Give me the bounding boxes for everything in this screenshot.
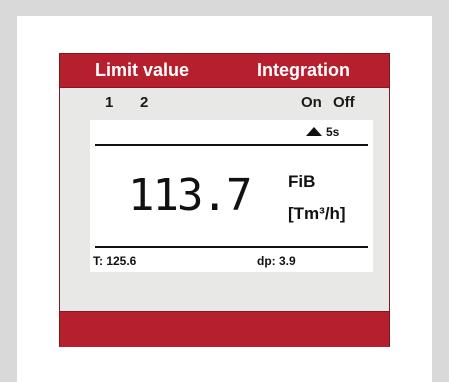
limit-1-indicator: 1 — [105, 94, 114, 111]
triangle-up-icon — [306, 127, 322, 136]
quantity-label: FiB — [288, 172, 316, 191]
lcd-screen: 5s 113.7 FiB [Tm³/h] T: 125.6 dp: 3.9 — [90, 120, 373, 272]
limit-value-label: Limit value — [95, 60, 190, 80]
bottom-bar — [60, 311, 389, 347]
device-panel: Limit value Integration 1 2 On Off 5s 11… — [59, 53, 390, 347]
integration-off-indicator: Off — [333, 94, 355, 111]
bottom-divider — [95, 246, 368, 248]
integration-label: Integration — [257, 60, 350, 80]
main-value: 113.7 — [128, 170, 252, 221]
header-bar: Limit value Integration — [60, 54, 389, 88]
unit-label: [Tm³/h] — [288, 204, 346, 223]
integration-on-indicator: On — [301, 94, 322, 111]
rate-indicator: 5s — [326, 125, 340, 139]
top-divider — [95, 144, 368, 146]
pressure-readout: dp: 3.9 — [257, 254, 296, 268]
temperature-readout: T: 125.6 — [93, 254, 137, 268]
limit-2-indicator: 2 — [140, 94, 149, 111]
